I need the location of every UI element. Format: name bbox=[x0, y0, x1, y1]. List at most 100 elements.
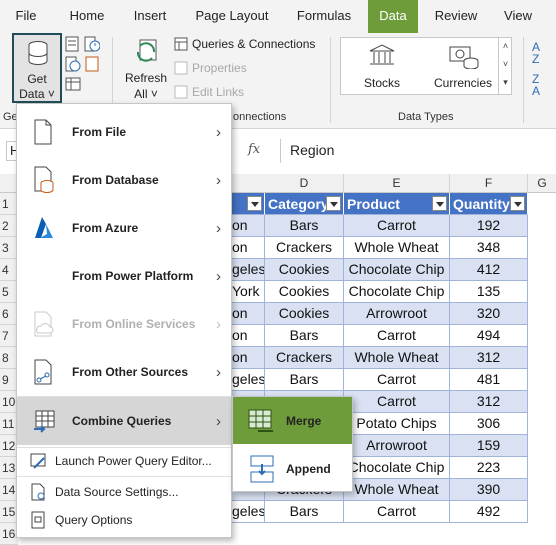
table-cell-region[interactable]: geles bbox=[232, 259, 265, 281]
from-text-icon[interactable] bbox=[65, 36, 79, 52]
group-label-data-types: Data Types bbox=[398, 111, 454, 123]
table-cell-quantity[interactable]: 494 bbox=[450, 325, 528, 347]
menu-item-from-file[interactable]: From File › bbox=[17, 108, 231, 156]
formula-input[interactable]: Region bbox=[280, 139, 556, 163]
table-cell-product[interactable]: Whole Wheat bbox=[344, 237, 450, 259]
from-web-icon[interactable] bbox=[65, 56, 81, 72]
table-cell-quantity[interactable]: 306 bbox=[450, 413, 528, 435]
tab-formulas[interactable]: Formulas bbox=[292, 0, 356, 33]
column-header-f[interactable]: F bbox=[450, 174, 528, 193]
tab-view[interactable]: View bbox=[496, 0, 540, 33]
table-header-cell[interactable]: Category bbox=[265, 193, 344, 215]
table-cell-region[interactable]: geles bbox=[232, 501, 265, 523]
table-cell-region[interactable]: York bbox=[232, 281, 265, 303]
properties-button[interactable]: Properties bbox=[174, 61, 247, 75]
table-header-cell[interactable]: Quantity bbox=[450, 193, 528, 215]
filter-dropdown-icon[interactable] bbox=[510, 196, 525, 211]
table-cell-quantity[interactable]: 412 bbox=[450, 259, 528, 281]
menu-item-combine-queries[interactable]: Combine Queries › bbox=[17, 397, 231, 445]
sort-za-icon[interactable]: ZA bbox=[532, 73, 540, 97]
tab-file[interactable]: File bbox=[6, 0, 46, 33]
tab-page-layout[interactable]: Page Layout bbox=[190, 0, 274, 33]
submenu-item-merge[interactable]: Merge bbox=[233, 397, 352, 444]
table-cell-category[interactable]: Crackers bbox=[265, 347, 344, 369]
data-source-settings-icon bbox=[31, 483, 45, 501]
get-data-button[interactable]: Get Data ˅ bbox=[12, 33, 62, 103]
table-cell-quantity[interactable]: 492 bbox=[450, 501, 528, 523]
existing-connections-icon[interactable] bbox=[84, 56, 100, 72]
table-cell-region[interactable]: on bbox=[232, 215, 265, 237]
filter-dropdown-icon[interactable] bbox=[432, 196, 447, 211]
sort-az-icon[interactable]: AZ bbox=[532, 41, 540, 65]
recent-sources-icon[interactable] bbox=[84, 36, 100, 52]
menu-item-data-source-settings[interactable]: Data Source Settings... bbox=[17, 480, 231, 504]
chevron-right-icon: › bbox=[216, 267, 221, 285]
table-cell-quantity[interactable]: 135 bbox=[450, 281, 528, 303]
table-cell-product[interactable]: Chocolate Chip bbox=[344, 457, 450, 479]
table-cell-category[interactable]: Crackers bbox=[265, 237, 344, 259]
table-cell-product[interactable]: Arrowroot bbox=[344, 435, 450, 457]
table-cell-quantity[interactable]: 223 bbox=[450, 457, 528, 479]
from-table-icon[interactable] bbox=[65, 76, 81, 92]
table-cell-product[interactable]: Whole Wheat bbox=[344, 347, 450, 369]
table-cell-quantity[interactable]: 192 bbox=[450, 215, 528, 237]
table-cell-product[interactable]: Whole Wheat bbox=[344, 479, 450, 501]
table-cell-product[interactable]: Potato Chips bbox=[344, 413, 450, 435]
column-header-d[interactable]: D bbox=[265, 174, 344, 193]
table-cell-category[interactable]: Cookies bbox=[265, 303, 344, 325]
gallery-scroll[interactable]: ˄ ˅ ▾ bbox=[498, 37, 512, 95]
table-cell-category[interactable]: Bars bbox=[265, 369, 344, 391]
menu-item-query-options[interactable]: Query Options bbox=[17, 508, 231, 532]
menu-item-from-database[interactable]: From Database › bbox=[17, 156, 231, 204]
stocks-button[interactable]: Stocks bbox=[351, 40, 413, 92]
table-cell-region[interactable]: on bbox=[232, 237, 265, 259]
table-cell-category[interactable]: Cookies bbox=[265, 281, 344, 303]
table-cell-product[interactable]: Carrot bbox=[344, 325, 450, 347]
table-cell-quantity[interactable]: 348 bbox=[450, 237, 528, 259]
table-cell-product[interactable]: Carrot bbox=[344, 391, 450, 413]
table-cell-quantity[interactable]: 159 bbox=[450, 435, 528, 457]
filter-dropdown-icon[interactable] bbox=[326, 196, 341, 211]
menu-item-from-online-services[interactable]: From Online Services › bbox=[17, 300, 231, 348]
edit-links-button[interactable]: Edit Links bbox=[174, 85, 244, 99]
table-cell-product[interactable]: Carrot bbox=[344, 215, 450, 237]
fx-icon[interactable]: fx bbox=[248, 142, 260, 157]
table-cell-category[interactable]: Bars bbox=[265, 501, 344, 523]
menu-item-launch-power-query[interactable]: Launch Power Query Editor... bbox=[17, 449, 231, 473]
tab-review[interactable]: Review bbox=[428, 0, 484, 33]
menu-item-from-power-platform[interactable]: From Power Platform › bbox=[17, 252, 231, 300]
table-cell-product[interactable]: Carrot bbox=[344, 501, 450, 523]
refresh-all-button[interactable]: Refresh All ˅ bbox=[120, 35, 172, 105]
table-cell-product[interactable]: Arrowroot bbox=[344, 303, 450, 325]
table-cell-quantity[interactable]: 312 bbox=[450, 391, 528, 413]
currencies-button[interactable]: Currencies bbox=[425, 40, 501, 92]
table-header-cell[interactable]: Product bbox=[344, 193, 450, 215]
menu-item-from-azure[interactable]: From Azure › bbox=[17, 204, 231, 252]
column-header-e[interactable]: E bbox=[344, 174, 450, 193]
column-header-g[interactable]: G bbox=[528, 174, 556, 193]
table-cell-region[interactable]: on bbox=[232, 347, 265, 369]
table-cell-quantity[interactable]: 481 bbox=[450, 369, 528, 391]
table-cell-quantity[interactable]: 320 bbox=[450, 303, 528, 325]
menu-label-launch-power-query: Launch Power Query Editor... bbox=[55, 454, 212, 468]
table-cell-region[interactable]: on bbox=[232, 325, 265, 347]
bank-icon bbox=[369, 44, 395, 65]
table-cell-category[interactable]: Bars bbox=[265, 325, 344, 347]
tab-home[interactable]: Home bbox=[62, 0, 112, 33]
filter-dropdown-icon[interactable] bbox=[247, 196, 262, 211]
tab-insert[interactable]: Insert bbox=[126, 0, 174, 33]
menu-item-from-other-sources[interactable]: From Other Sources › bbox=[17, 348, 231, 396]
queries-connections-button[interactable]: Queries & Connections bbox=[174, 37, 315, 51]
chevron-right-icon: › bbox=[216, 315, 221, 333]
table-cell-region[interactable]: on bbox=[232, 303, 265, 325]
table-cell-category[interactable]: Bars bbox=[265, 215, 344, 237]
table-cell-category[interactable]: Cookies bbox=[265, 259, 344, 281]
submenu-item-append[interactable]: Append bbox=[233, 445, 352, 492]
table-cell-product[interactable]: Carrot bbox=[344, 369, 450, 391]
tab-data[interactable]: Data bbox=[368, 0, 418, 33]
table-cell-product[interactable]: Chocolate Chip bbox=[344, 281, 450, 303]
table-cell-product[interactable]: Chocolate Chip bbox=[344, 259, 450, 281]
table-cell-quantity[interactable]: 390 bbox=[450, 479, 528, 501]
table-cell-quantity[interactable]: 312 bbox=[450, 347, 528, 369]
table-cell-region[interactable]: geles bbox=[232, 369, 265, 391]
